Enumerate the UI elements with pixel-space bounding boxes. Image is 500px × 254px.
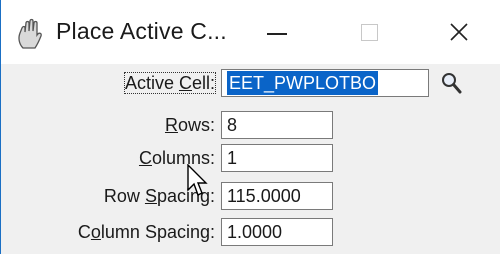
- magnifier-icon[interactable]: [439, 71, 463, 95]
- dialog-content: Active Cell: EET_PWPLOTBO Rows: 8 Column…: [1, 64, 500, 254]
- column-spacing-input[interactable]: 1.0000: [221, 218, 333, 246]
- columns-input[interactable]: 1: [221, 144, 333, 172]
- maximize-button[interactable]: [331, 0, 407, 64]
- row-spacing-row: Row Spacing: 115.0000: [1, 182, 500, 210]
- window-title: Place Active C...: [56, 18, 227, 44]
- column-spacing-label: Column Spacing:: [77, 222, 215, 242]
- rows-input[interactable]: 8: [221, 111, 333, 139]
- place-active-cell-window: Place Active C... Active Cell: EET_PWPLO…: [0, 0, 500, 254]
- mouse-pointer-icon: [187, 164, 208, 196]
- minimize-button[interactable]: [239, 0, 315, 64]
- minimize-icon: [267, 33, 287, 35]
- active-cell-row: Active Cell: EET_PWPLOTBO: [1, 69, 500, 97]
- close-icon: [450, 23, 468, 41]
- rows-label: Rows:: [164, 115, 215, 135]
- column-spacing-row: Column Spacing: 1.0000: [1, 218, 500, 246]
- active-cell-label: Active Cell:: [123, 72, 217, 94]
- row-spacing-input[interactable]: 115.0000: [221, 182, 333, 210]
- active-cell-input[interactable]: EET_PWPLOTBO: [221, 69, 429, 97]
- title-bar[interactable]: Place Active C...: [1, 0, 500, 64]
- columns-row: Columns: 1: [1, 144, 500, 172]
- microstation-hand-icon: [18, 18, 42, 49]
- active-cell-value: EET_PWPLOTBO: [227, 71, 379, 95]
- rows-row: Rows: 8: [1, 111, 500, 139]
- maximize-icon: [360, 23, 378, 41]
- close-button[interactable]: [421, 0, 497, 64]
